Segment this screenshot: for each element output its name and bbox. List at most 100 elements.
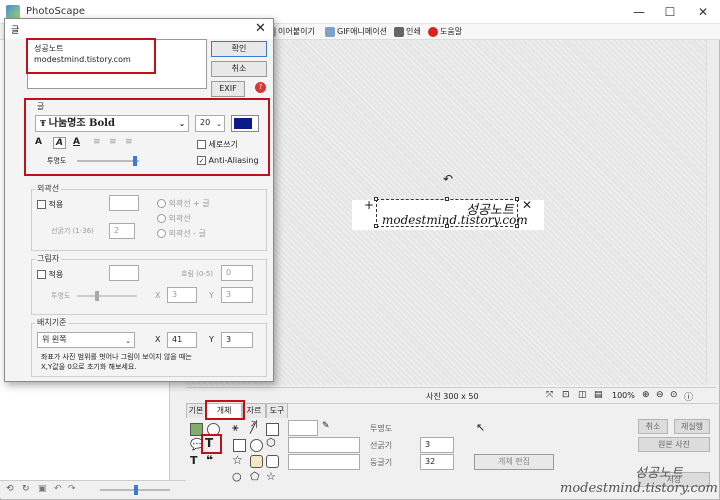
pentagon-icon[interactable]: ⬠ — [250, 470, 260, 483]
checkbox-checked[interactable]: ✓ — [197, 156, 206, 165]
shadow-y-input[interactable]: 3 — [221, 287, 253, 303]
info-icon[interactable]: ⓘ — [684, 390, 693, 403]
shadow-x-input[interactable]: 3 — [167, 287, 197, 303]
refresh-icon[interactable]: ⟲ — [6, 484, 14, 494]
dialog-close-icon[interactable]: ✕ — [255, 21, 266, 36]
outline-thickness-input[interactable]: 2 — [109, 223, 135, 239]
shadow-apply-checkbox[interactable]: 적용 — [37, 269, 63, 280]
font-size-dropdown[interactable]: 20 ⌄ — [195, 115, 225, 132]
compare-icon[interactable]: ▤ — [594, 390, 603, 400]
minimize-button[interactable]: — — [624, 3, 654, 21]
text-small-tool-icon[interactable]: T — [190, 454, 198, 467]
align-center-icon[interactable]: ≡ — [109, 137, 117, 147]
exif-button[interactable]: EXIF — [211, 81, 245, 97]
roundness-input[interactable]: 32 — [420, 454, 454, 470]
align-left-icon[interactable]: ≡ — [93, 137, 101, 147]
tab-crop[interactable]: 자르기 — [242, 403, 266, 429]
resize-handle[interactable] — [515, 197, 519, 201]
undo-icon[interactable]: ↶ — [54, 484, 62, 494]
magic-wand-icon[interactable]: ⚹ — [232, 421, 239, 435]
position-note: 좌표가 사진 범위를 벗어나 그림이 보이지 않을 때는 X,Y값을 0으로 초… — [41, 353, 192, 371]
resize-handle[interactable] — [374, 224, 378, 228]
rounded-square-tool-icon[interactable] — [266, 455, 279, 468]
text-opacity-handle[interactable] — [133, 156, 137, 166]
checkbox[interactable] — [37, 270, 46, 279]
shadow-opacity-slider[interactable] — [77, 291, 137, 301]
redo-icon[interactable]: ↷ — [68, 484, 76, 494]
resize-handle[interactable] — [374, 197, 378, 201]
shadow-blur-label: 흐림 (0-5) — [181, 270, 214, 278]
star-tool-icon[interactable]: ☆ — [232, 453, 243, 467]
rectangle-tool-icon[interactable] — [266, 423, 279, 436]
text-area-highlight — [26, 38, 156, 74]
outline-option-3[interactable]: 외곽선 - 글 — [157, 228, 206, 239]
rotate-handle-icon[interactable]: ↶ — [443, 172, 453, 186]
move-handle-icon[interactable]: + — [364, 198, 374, 212]
line-tool-icon[interactable]: ╱ — [250, 421, 257, 434]
outline-option-1[interactable]: 외곽선 + 글 — [157, 198, 210, 209]
vertical-scrollbar[interactable] — [706, 40, 718, 385]
align-right-icon[interactable]: ≡ — [125, 137, 133, 147]
quote-tool-icon[interactable]: ❝ — [206, 453, 213, 467]
rotate-icon[interactable]: ↻ — [22, 484, 30, 494]
underline-style[interactable]: A — [73, 137, 80, 147]
rounded-rect-tool-icon[interactable] — [250, 455, 263, 468]
folder-icon[interactable]: ▣ — [38, 484, 47, 494]
shadow-blur-input[interactable]: 0 — [221, 265, 253, 281]
bold-outline-style[interactable]: A — [35, 137, 42, 147]
toolbar-item-help[interactable]: 도움말 — [428, 26, 462, 37]
text-tool-highlight — [201, 434, 222, 454]
maximize-button[interactable]: ☐ — [655, 3, 685, 21]
toolbar-item-print[interactable]: 인쇄 — [394, 26, 421, 37]
undo-button[interactable]: 취소 — [638, 419, 668, 434]
position-anchor-dropdown[interactable]: 위 왼쪽 ⌄ — [37, 332, 135, 348]
help-icon[interactable]: ? — [255, 82, 266, 93]
text-opacity-slider[interactable] — [77, 156, 139, 166]
thumb-size-handle[interactable] — [134, 485, 138, 495]
resize-handle[interactable] — [445, 197, 449, 201]
zoom-in-icon[interactable]: ⊕ — [642, 390, 650, 400]
thumb-size-slider[interactable] — [100, 485, 170, 495]
font-name-dropdown[interactable]: Ŧ 나눔명조 Bold ⌄ — [35, 115, 189, 132]
redo-button[interactable]: 재실행 — [674, 419, 710, 434]
vertical-text-checkbox[interactable]: 세로쓰기 — [197, 139, 238, 150]
square-tool-icon[interactable] — [233, 439, 246, 452]
circle-small-icon[interactable]: ○ — [232, 470, 242, 483]
zoom-fit-icon[interactable]: ⊡ — [562, 390, 570, 400]
cancel-button[interactable]: 취소 — [211, 61, 267, 77]
checkbox[interactable] — [37, 200, 46, 209]
font-type-icon: Ŧ — [40, 118, 49, 128]
zoom-out-icon[interactable]: ⊖ — [656, 390, 664, 400]
circle-tool-icon[interactable] — [250, 439, 263, 452]
zoom-reset-icon[interactable]: ◫ — [578, 390, 587, 400]
antialias-checkbox[interactable]: ✓ Anti-Aliasing — [197, 156, 259, 165]
tab-tools[interactable]: 도구 — [266, 403, 288, 418]
star-small-icon[interactable]: ☆ — [266, 470, 276, 483]
cursor-tool-icon[interactable]: ↖ — [476, 421, 485, 434]
original-photo-button[interactable]: 원본 사진 — [638, 437, 710, 452]
line-style-dropdown[interactable] — [288, 437, 360, 453]
color-picker-icon[interactable]: ✎ — [322, 421, 330, 431]
shadow-color-dropdown[interactable] — [109, 265, 139, 281]
color-dropdown[interactable] — [288, 420, 318, 436]
position-x-input[interactable]: 41 — [167, 332, 197, 348]
thickness-input[interactable]: 3 — [420, 437, 454, 453]
close-button[interactable]: ✕ — [688, 3, 718, 21]
tab-basic[interactable]: 기본 — [186, 403, 206, 418]
outline-option-2[interactable]: 외곽선 — [157, 213, 191, 224]
delete-object-icon[interactable]: ✕ — [522, 198, 532, 212]
outline-color-dropdown[interactable] — [109, 195, 139, 211]
hexagon-tool-icon[interactable]: ⬡ — [266, 436, 276, 449]
font-color-button[interactable] — [231, 115, 259, 132]
checkbox[interactable] — [197, 140, 206, 149]
up-icon[interactable]: ⊙ — [670, 390, 678, 400]
shadow-opacity-handle[interactable] — [95, 291, 99, 301]
position-y-input[interactable]: 3 — [221, 332, 253, 348]
italic-style[interactable]: A — [53, 137, 66, 149]
ok-button[interactable]: 확인 — [211, 41, 267, 57]
fit-screen-icon[interactable]: ⤧ — [546, 390, 553, 400]
outline-apply-checkbox[interactable]: 적용 — [37, 199, 63, 210]
toolbar-item-gif[interactable]: GIF애니메이션 — [325, 26, 387, 37]
line-type-dropdown[interactable] — [288, 454, 360, 470]
object-edit-button[interactable]: 개체 편집 — [474, 454, 554, 470]
